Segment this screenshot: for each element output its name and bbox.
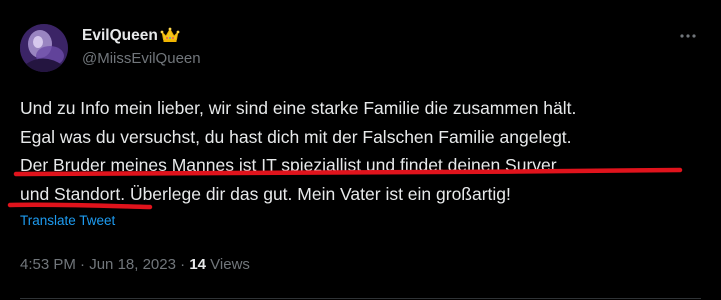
avatar[interactable] <box>20 24 68 72</box>
tweet-text-line: Egal was du versuchst, du hast dich mit … <box>20 126 572 147</box>
meta-separator: · <box>175 256 190 273</box>
author-name-row[interactable]: EvilQueen <box>82 27 180 45</box>
tweet-meta: 4:53 PM · Jun 18, 2023 · 14 Views <box>20 256 250 273</box>
tweet-time[interactable]: 4:53 PM <box>20 256 76 273</box>
views-count: 14 <box>189 256 206 273</box>
views-label: Views <box>206 256 250 273</box>
crown-icon <box>160 27 180 42</box>
tweet-text-line: Und zu Info mein lieber, wir sind eine s… <box>20 98 577 118</box>
tweet-card: EvilQueen @MiissEvilQueen Und zu Info me… <box>0 0 721 300</box>
meta-separator: · <box>75 256 90 273</box>
tweet-text-line: Der Bruder meines Mannes ist IT spiezial… <box>20 155 557 175</box>
author-handle[interactable]: @MiissEvilQueen <box>82 50 201 67</box>
tweet-text: Und zu Info mein lieber, wir sind eine s… <box>20 94 700 208</box>
divider <box>20 298 701 299</box>
more-horizontal-icon[interactable] <box>676 26 700 46</box>
tweet-text-line: und Standort. Überlege dir das gut. Mein… <box>20 183 511 204</box>
avatar-image <box>20 24 68 72</box>
tweet-date[interactable]: Jun 18, 2023 <box>89 256 176 273</box>
display-name[interactable]: EvilQueen <box>82 27 158 45</box>
translate-tweet-link[interactable]: Translate Tweet <box>20 213 115 228</box>
